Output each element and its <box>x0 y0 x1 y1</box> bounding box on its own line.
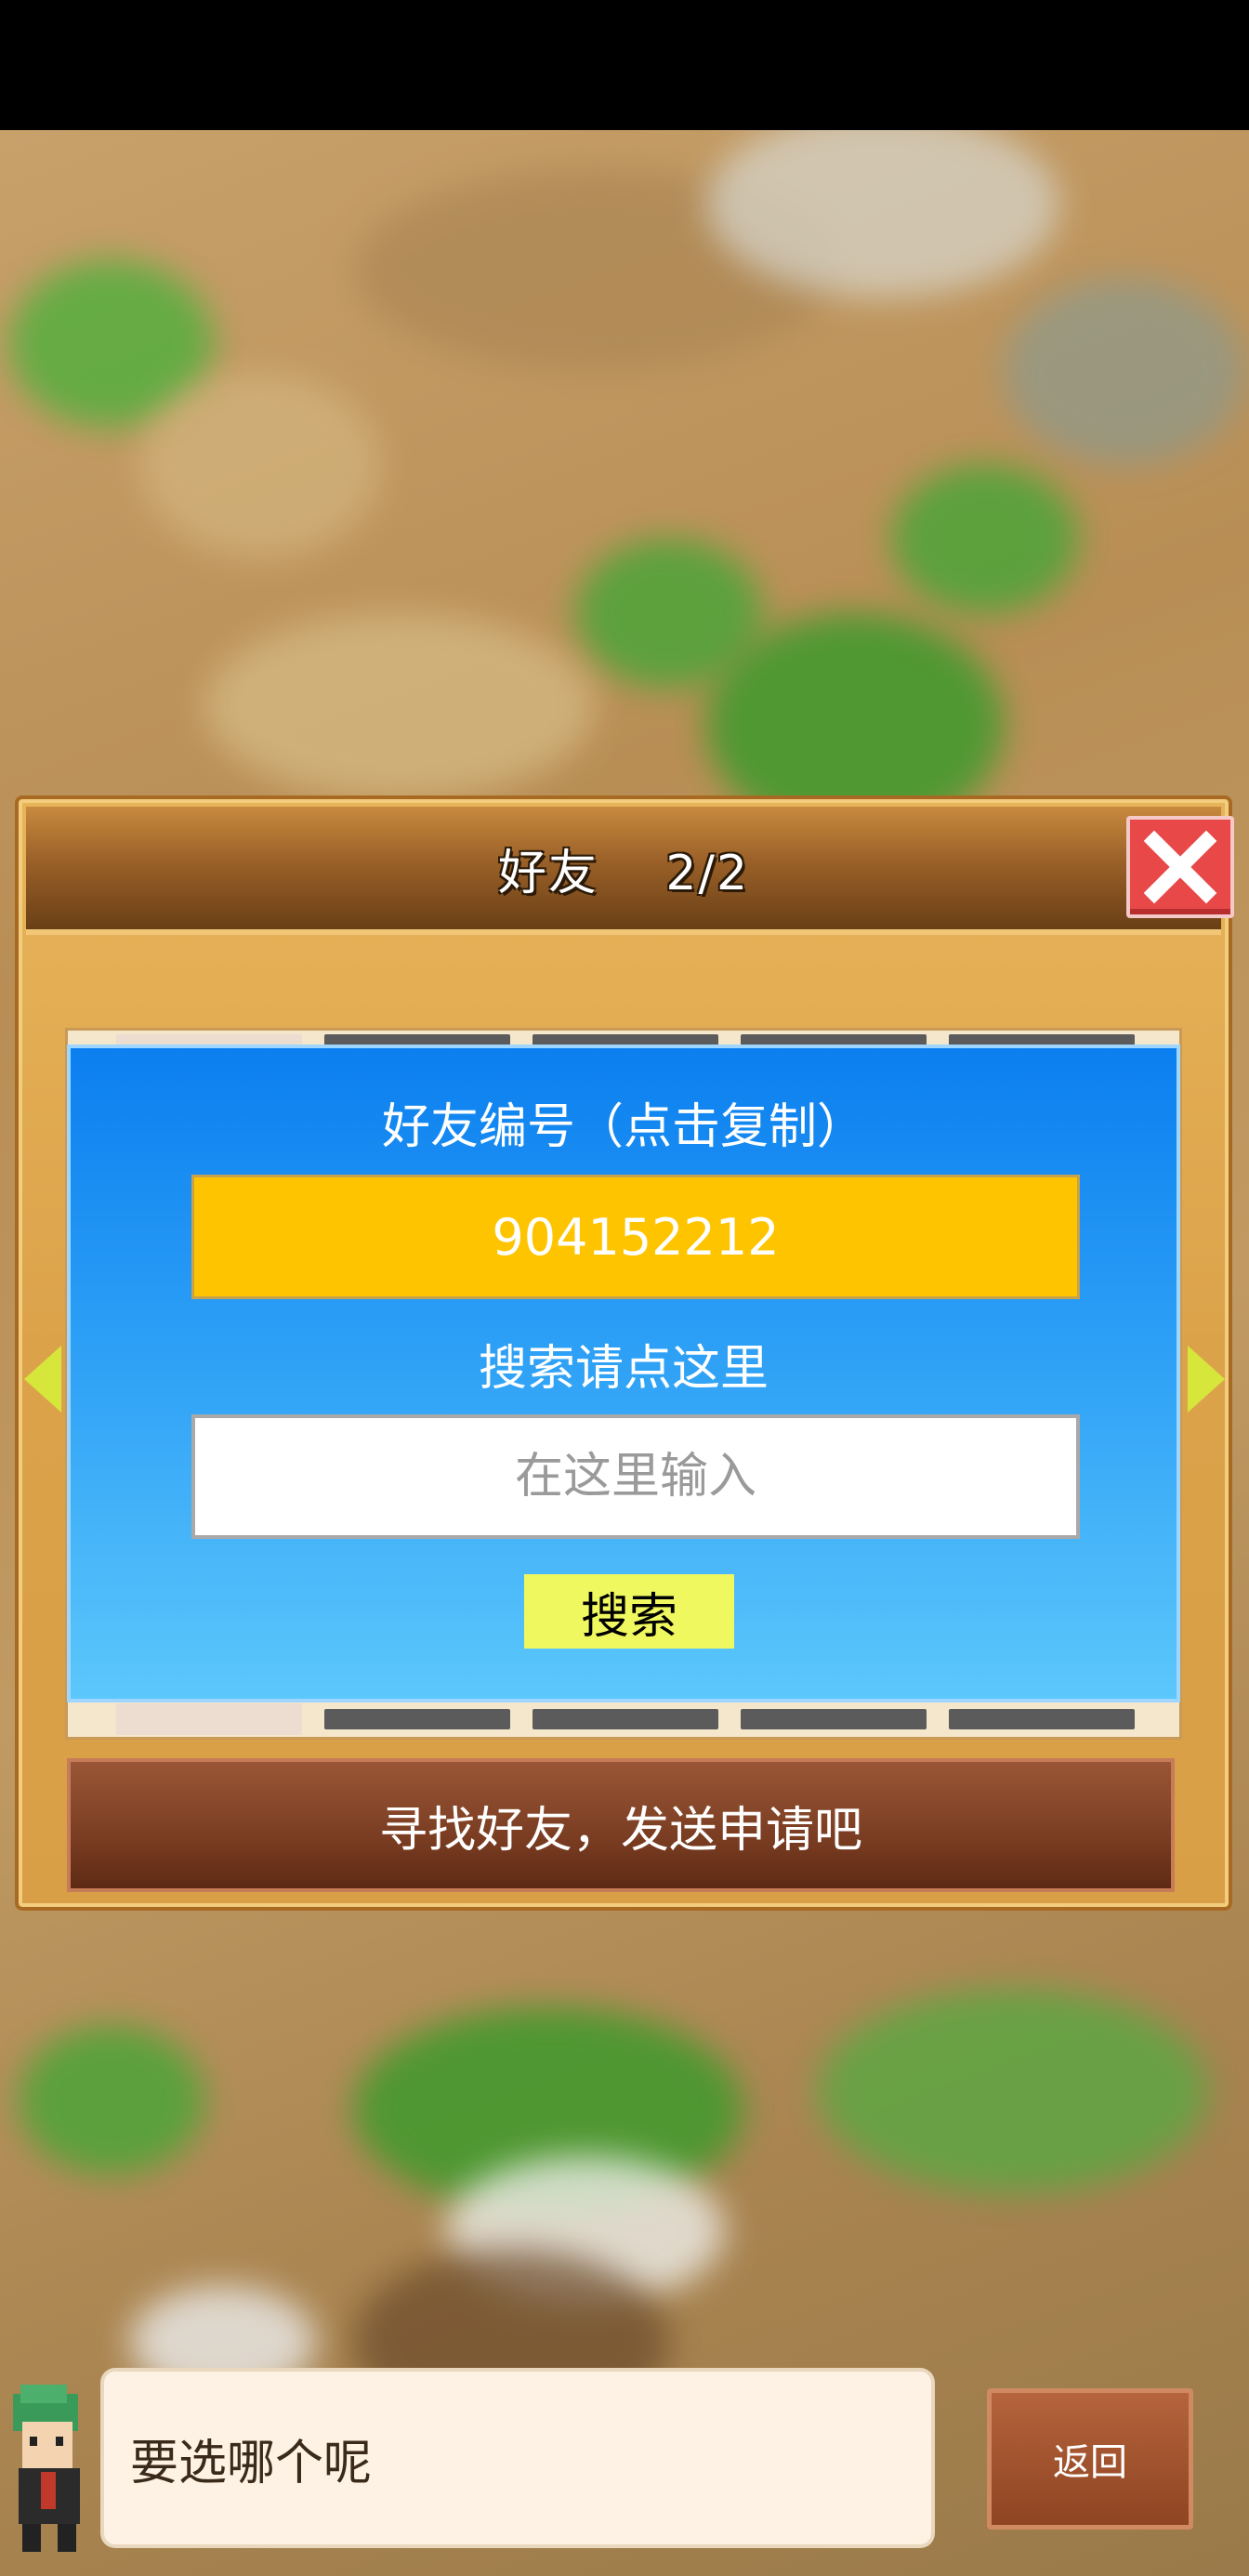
search-label: 搜索请点这里 <box>478 1341 769 1397</box>
dialog-header: 好友 2/2 <box>26 807 1234 935</box>
friend-id-label: 好友编号（点击复制） <box>381 1099 865 1155</box>
prev-page-arrow-icon[interactable] <box>24 1346 61 1413</box>
search-button[interactable]: 搜索 <box>524 1574 734 1649</box>
dialog-title: 好友 2/2 <box>497 845 750 901</box>
find-friends-button[interactable]: 寻找好友，发送申请吧 <box>67 1758 1175 1892</box>
list-slot <box>324 1709 510 1729</box>
status-bar <box>0 0 1249 130</box>
friend-id-copy-box[interactable]: 904152212 <box>191 1175 1080 1299</box>
character-avatar <box>13 2385 80 2552</box>
friend-id-panel: 好友编号（点击复制） 904152212 搜索请点这里 搜索 <box>67 1045 1180 1702</box>
list-slot <box>949 1709 1135 1729</box>
search-input[interactable] <box>191 1414 1080 1539</box>
list-slot <box>532 1709 718 1729</box>
speech-text: 要选哪个呢 <box>130 2436 373 2491</box>
list-slot <box>116 1703 302 1735</box>
back-button[interactable]: 返回 <box>987 2388 1193 2530</box>
next-page-arrow-icon[interactable] <box>1188 1346 1225 1413</box>
close-button[interactable] <box>1126 816 1234 918</box>
list-slot <box>741 1709 927 1729</box>
close-x-icon <box>1143 830 1217 904</box>
